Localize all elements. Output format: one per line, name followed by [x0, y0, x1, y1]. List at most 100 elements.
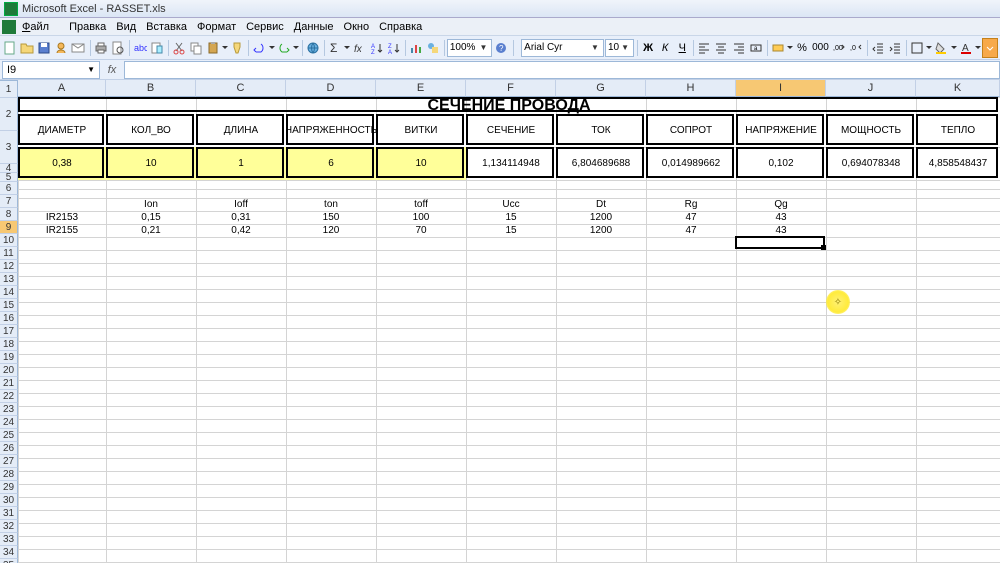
cell[interactable]: ВИТКИ [376, 114, 466, 147]
toolbar-options-button[interactable] [982, 38, 998, 58]
cell[interactable]: 0,694078348 [826, 147, 916, 180]
cut-button[interactable] [171, 38, 187, 58]
row-header-2[interactable]: 2 [0, 98, 18, 131]
row-header-13[interactable]: 13 [0, 273, 18, 286]
cell[interactable]: 1200 [556, 224, 646, 237]
cell[interactable]: 1,134114948 [466, 147, 556, 180]
row-header-8[interactable]: 8 [0, 208, 18, 221]
menu-view[interactable]: Вид [116, 21, 136, 33]
decrease-decimal-button[interactable]: ,0 [848, 38, 864, 58]
cell[interactable]: 70 [376, 224, 466, 237]
decrease-indent-button[interactable] [870, 38, 886, 58]
permissions-button[interactable] [53, 38, 69, 58]
percent-button[interactable]: % [794, 38, 810, 58]
cell[interactable]: 0,102 [736, 147, 826, 180]
font-color-button[interactable]: A [958, 38, 974, 58]
fx-icon[interactable]: fx [100, 64, 124, 76]
col-header-K[interactable]: K [916, 80, 1000, 97]
cell[interactable]: 0,38 [18, 147, 106, 180]
hyperlink-button[interactable] [305, 38, 321, 58]
cell[interactable]: Ucc [466, 198, 556, 211]
cell[interactable]: ДИАМЕТР [18, 114, 106, 147]
row-header-30[interactable]: 30 [0, 494, 18, 507]
cell[interactable]: IR2155 [18, 224, 106, 237]
row-header-26[interactable]: 26 [0, 442, 18, 455]
row-header-22[interactable]: 22 [0, 390, 18, 403]
row-header-14[interactable]: 14 [0, 286, 18, 299]
format-painter-button[interactable] [229, 38, 245, 58]
col-header-H[interactable]: H [646, 80, 736, 97]
currency-dropdown[interactable] [787, 43, 793, 52]
row-header-35[interactable]: 35 [0, 559, 18, 563]
sort-desc-button[interactable]: ZA [386, 38, 402, 58]
cell[interactable]: 6,804689688 [556, 147, 646, 180]
cell[interactable]: 47 [646, 211, 736, 224]
copy-button[interactable] [188, 38, 204, 58]
cell[interactable]: Qg [736, 198, 826, 211]
function-button[interactable]: fx [351, 38, 367, 58]
col-header-G[interactable]: G [556, 80, 646, 97]
cell[interactable]: IR2153 [18, 211, 106, 224]
chart-button[interactable] [408, 38, 424, 58]
increase-decimal-button[interactable]: ,00 [831, 38, 847, 58]
align-left-button[interactable] [696, 38, 712, 58]
cell[interactable]: МОЩНОСТЬ [826, 114, 916, 147]
borders-dropdown[interactable] [926, 43, 932, 52]
cell[interactable]: 1200 [556, 211, 646, 224]
cell[interactable]: 4,858548437 [916, 147, 1000, 180]
cell[interactable]: 0,31 [196, 211, 286, 224]
row-header-10[interactable]: 10 [0, 234, 18, 247]
cell[interactable]: 15 [466, 211, 556, 224]
align-center-button[interactable] [713, 38, 729, 58]
row-header-9[interactable]: 9 [0, 221, 18, 234]
cell[interactable]: ton [286, 198, 376, 211]
row-header-32[interactable]: 32 [0, 520, 18, 533]
menu-edit[interactable]: Правка [69, 21, 106, 33]
undo-button[interactable] [251, 38, 267, 58]
row-header-19[interactable]: 19 [0, 351, 18, 364]
cell[interactable]: 10 [376, 147, 466, 180]
cell[interactable]: Dt [556, 198, 646, 211]
cell[interactable]: Rg [646, 198, 736, 211]
autosum-button[interactable]: Σ [327, 38, 343, 58]
cell[interactable]: СЕЧЕНИЕ [466, 114, 556, 147]
col-header-A[interactable]: A [18, 80, 106, 97]
row-header-33[interactable]: 33 [0, 533, 18, 546]
thousands-button[interactable]: 000 [811, 38, 830, 58]
paste-button[interactable] [205, 38, 221, 58]
increase-indent-button[interactable] [887, 38, 903, 58]
redo-dropdown[interactable] [293, 43, 299, 52]
menu-format[interactable]: Формат [197, 21, 236, 33]
row-header-29[interactable]: 29 [0, 481, 18, 494]
row-header-21[interactable]: 21 [0, 377, 18, 390]
cell[interactable]: 10 [106, 147, 196, 180]
print-button[interactable] [92, 38, 108, 58]
row-header-16[interactable]: 16 [0, 312, 18, 325]
cell[interactable]: 100 [376, 211, 466, 224]
cell[interactable]: 1 [196, 147, 286, 180]
autosum-dropdown[interactable] [344, 43, 350, 52]
help-button[interactable]: ? [493, 38, 509, 58]
row-header-25[interactable]: 25 [0, 429, 18, 442]
cell[interactable]: 0,42 [196, 224, 286, 237]
bold-button[interactable]: Ж [640, 38, 656, 58]
cell[interactable]: toff [376, 198, 466, 211]
row-header-28[interactable]: 28 [0, 468, 18, 481]
cell[interactable]: 15 [466, 224, 556, 237]
email-button[interactable] [70, 38, 86, 58]
row-header-15[interactable]: 15 [0, 299, 18, 312]
menu-help[interactable]: Справка [379, 21, 422, 33]
redo-button[interactable] [276, 38, 292, 58]
menubar[interactable]: Файлdocument.currentScript.previousSibli… [0, 18, 1000, 36]
cell[interactable]: 150 [286, 211, 376, 224]
cell[interactable]: 0,21 [106, 224, 196, 237]
col-header-B[interactable]: B [106, 80, 196, 97]
col-header-I[interactable]: I [736, 80, 826, 97]
row-headers[interactable]: 1234567891011121314151617181920212223242… [0, 81, 18, 563]
cell[interactable]: 6 [286, 147, 376, 180]
menu-file[interactable]: Файлdocument.currentScript.previousSibli… [22, 21, 59, 33]
row-header-20[interactable]: 20 [0, 364, 18, 377]
row-header-7[interactable]: 7 [0, 195, 18, 208]
formula-input[interactable] [124, 61, 1000, 79]
col-header-F[interactable]: F [466, 80, 556, 97]
